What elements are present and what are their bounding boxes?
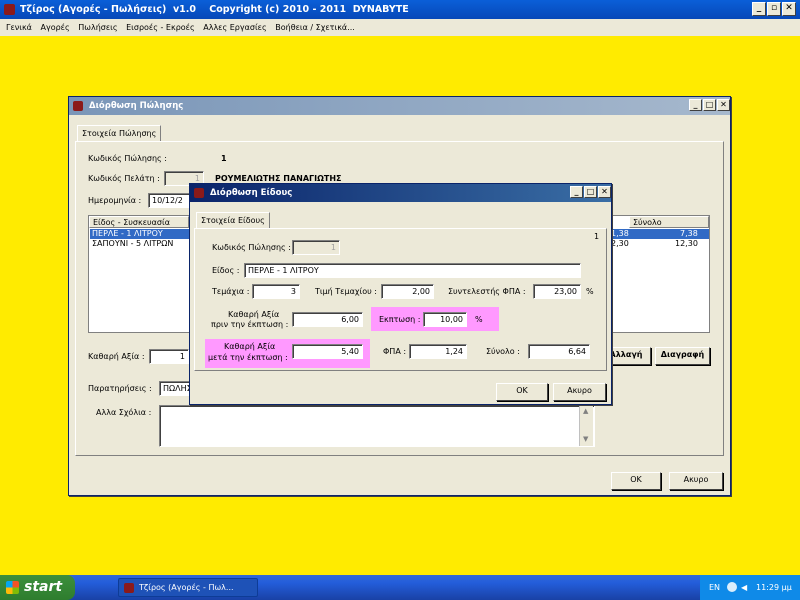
- list-item-name: ΣΑΠΟΥΝΙ - 5 ΛΙΤΡΩΝ: [92, 239, 174, 248]
- item-cancel-button[interactable]: Ακυρο: [553, 383, 606, 401]
- start-label: start: [24, 579, 63, 595]
- sale-ok-button[interactable]: OK: [611, 472, 661, 490]
- column-header-item[interactable]: Είδος - Συσκευασία: [89, 216, 189, 228]
- menu-in-out[interactable]: Εισροές - Εκροές: [126, 23, 195, 32]
- notes-label: Παρατηρήσεις :: [88, 384, 152, 393]
- menu-bar: Γενικά Αγορές Πωλήσεις Εισροές - Εκροές …: [0, 19, 800, 36]
- vat-label: ΦΠΑ :: [383, 347, 407, 356]
- net-before-label-2: πριν την έκπτωση :: [211, 320, 289, 329]
- corner-number: 1: [594, 232, 600, 241]
- qty-field[interactable]: 3: [252, 284, 300, 299]
- menu-other-tasks[interactable]: Αλλες Εργασίες: [203, 23, 266, 32]
- menu-general[interactable]: Γενικά: [6, 23, 32, 32]
- sale-minimize-button[interactable]: _: [689, 99, 702, 111]
- clock[interactable]: 11:29 μμ: [756, 575, 792, 600]
- vat-rate-label: Συντελεστής ΦΠΑ :: [448, 287, 526, 296]
- app-title-bar: Τζίρος (Αγορές - Πωλήσεις) v1.0 Copyrigh…: [0, 0, 800, 19]
- restore-button[interactable]: ▫: [767, 2, 781, 16]
- vat-rate-unit: %: [586, 287, 594, 296]
- menu-sales[interactable]: Πωλήσεις: [78, 23, 117, 32]
- column-header-total[interactable]: Σύνολο: [629, 216, 709, 228]
- list-item-mid: 1,38: [611, 229, 629, 238]
- minimize-button[interactable]: _: [752, 2, 766, 16]
- delete-button[interactable]: Διαγραφή: [655, 347, 710, 365]
- scroll-up-icon[interactable]: ▲: [583, 407, 588, 415]
- tab-sale-details[interactable]: Στοιχεία Πώλησης: [77, 125, 162, 141]
- app-task-icon: [124, 583, 134, 593]
- item-field[interactable]: ΠΕΡΛΕ - 1 ΛΙΤΡΟΥ: [244, 263, 581, 278]
- total-label: Σύνολο :: [486, 347, 520, 356]
- language-indicator[interactable]: EN: [709, 575, 720, 600]
- sale-cancel-button[interactable]: Ακυρο: [669, 472, 723, 490]
- net-after-label-2: μετά την έκπτωση :: [208, 353, 288, 362]
- taskbar-app-label: Τζίρος (Αγορές - Πωλ...: [139, 583, 234, 592]
- discount-label: Εκπτωση :: [379, 315, 421, 324]
- app-icon: [4, 4, 15, 15]
- vat-rate-field[interactable]: 23,00: [533, 284, 581, 299]
- qty-label: Τεμάχια :: [212, 287, 250, 296]
- sale-code-label: Κωδικός Πώλησης :: [88, 154, 167, 163]
- sale-edit-title: Διόρθωση Πώλησης: [89, 101, 184, 111]
- taskbar: start Τζίρος (Αγορές - Πωλ... EN ◀ 11:29…: [0, 575, 800, 600]
- network-icon[interactable]: [727, 582, 737, 592]
- item-edit-title-bar: Διόρθωση Είδους _ □ ✕: [190, 184, 611, 202]
- net-before-field[interactable]: 6,00: [292, 312, 363, 327]
- date-label: Ημερομηνία :: [88, 196, 142, 205]
- sale-edit-title-bar: Διόρθωση Πώλησης _ □ ✕: [69, 97, 730, 115]
- windows-logo-icon: [6, 581, 19, 594]
- net-after-field[interactable]: 5,40: [292, 344, 363, 359]
- item-close-button[interactable]: ✕: [598, 186, 611, 198]
- start-button[interactable]: start: [0, 575, 75, 600]
- sale-close-button[interactable]: ✕: [717, 99, 730, 111]
- volume-icon[interactable]: ◀: [741, 575, 747, 600]
- window-icon: [194, 188, 204, 198]
- item-sale-code-field[interactable]: 1: [292, 240, 340, 255]
- tab-item-details[interactable]: Στοιχεία Είδους: [196, 212, 270, 228]
- list-item-total: 7,38: [680, 229, 698, 238]
- unit-price-label: Τιμή Τεμαχίου :: [315, 287, 377, 296]
- item-maximize-button[interactable]: □: [584, 186, 597, 198]
- item-edit-window: Διόρθωση Είδους _ □ ✕ Στοιχεία Είδους 1 …: [189, 183, 612, 405]
- net-value-field[interactable]: 1: [149, 349, 189, 364]
- item-sale-code-label: Κωδικός Πώλησης :: [212, 243, 291, 252]
- menu-help-about[interactable]: Βοήθεια / Σχετικά...: [275, 23, 355, 32]
- list-item-name: ΠΕΡΛΕ - 1 ΛΙΤΡΟΥ: [92, 229, 163, 238]
- item-ok-button[interactable]: OK: [496, 383, 548, 401]
- vat-field[interactable]: 1,24: [409, 344, 467, 359]
- sale-code-value: 1: [221, 154, 227, 163]
- list-item-total: 12,30: [675, 239, 698, 248]
- system-tray: EN ◀ 11:29 μμ: [700, 575, 800, 600]
- window-icon: [73, 101, 83, 111]
- other-comments-textarea[interactable]: [159, 405, 595, 447]
- unit-price-field[interactable]: 2,00: [381, 284, 434, 299]
- menu-purchases[interactable]: Αγορές: [41, 23, 70, 32]
- app-title: Τζίρος (Αγορές - Πωλήσεις) v1.0 Copyrigh…: [20, 4, 409, 15]
- total-field[interactable]: 6,64: [528, 344, 590, 359]
- item-edit-title: Διόρθωση Είδους: [210, 188, 293, 198]
- discount-unit: %: [475, 315, 483, 324]
- sale-maximize-button[interactable]: □: [703, 99, 716, 111]
- close-button[interactable]: ✕: [782, 2, 796, 16]
- net-value-label: Καθαρή Αξία :: [88, 352, 145, 361]
- comments-scrollbar[interactable]: ▲ ▼: [579, 406, 593, 446]
- other-comments-label: Αλλα Σχόλια :: [96, 408, 152, 417]
- taskbar-app-button[interactable]: Τζίρος (Αγορές - Πωλ...: [118, 578, 258, 597]
- customer-code-label: Κωδικός Πελάτη :: [88, 174, 160, 183]
- list-item-mid: 2,30: [611, 239, 629, 248]
- scroll-down-icon[interactable]: ▼: [583, 435, 588, 443]
- discount-field[interactable]: 10,00: [423, 312, 467, 327]
- item-label: Είδος :: [212, 266, 240, 275]
- net-after-label-1: Καθαρή Αξία: [224, 342, 276, 351]
- item-minimize-button[interactable]: _: [570, 186, 583, 198]
- net-before-label-1: Καθαρή Αξία: [228, 310, 280, 319]
